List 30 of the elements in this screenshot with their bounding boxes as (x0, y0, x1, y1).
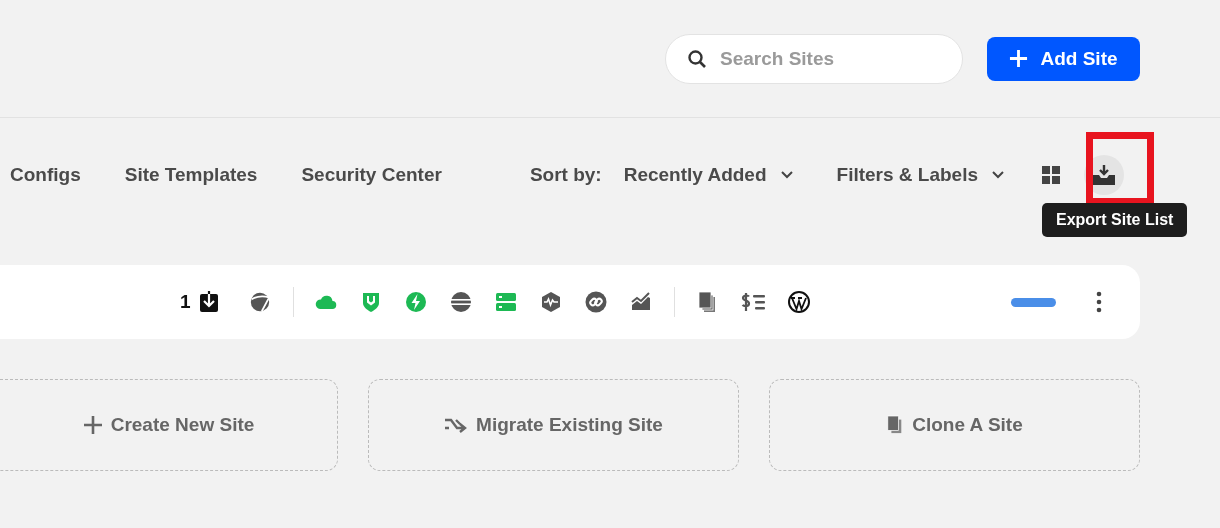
action-card[interactable]: Create New Site (0, 379, 338, 471)
search-field[interactable]: Search Sites (665, 33, 963, 84)
filters-dropdown[interactable]: Filters & Labels (836, 164, 1005, 186)
link-icon[interactable] (583, 290, 608, 314)
server-icon[interactable] (493, 290, 518, 314)
bolt-icon[interactable] (403, 290, 428, 314)
status-bar (1010, 297, 1056, 307)
chevron-down-icon (780, 171, 793, 179)
striped-circle-icon[interactable] (448, 290, 473, 314)
nav-tab[interactable]: Site Templates (124, 164, 258, 186)
globe-icon[interactable] (248, 291, 271, 313)
nav-tab[interactable]: Configs (10, 164, 81, 186)
sort-label: Sort by: (529, 164, 602, 186)
plus-icon (1009, 49, 1029, 68)
sort-dropdown[interactable]: Recently Added (623, 164, 793, 186)
wordpress-icon[interactable] (786, 290, 811, 314)
nav-tab[interactable]: Security Center (301, 164, 442, 186)
backup-count: 1 (180, 291, 191, 313)
download-tray-icon (1092, 164, 1117, 186)
migrate-arrow-icon (444, 416, 469, 434)
action-card[interactable]: Migrate Existing Site (368, 379, 739, 471)
tooltip: Export Site List (1042, 203, 1188, 237)
grid-view-icon[interactable] (1042, 166, 1061, 184)
more-menu-button[interactable] (1095, 291, 1102, 313)
plus-icon (82, 415, 103, 435)
add-site-button[interactable]: Add Site (987, 36, 1140, 81)
action-card[interactable]: Clone A Site (769, 379, 1140, 471)
more-menu-icon (1095, 291, 1102, 313)
chevron-down-icon (992, 171, 1005, 179)
download-icon[interactable] (198, 291, 219, 313)
